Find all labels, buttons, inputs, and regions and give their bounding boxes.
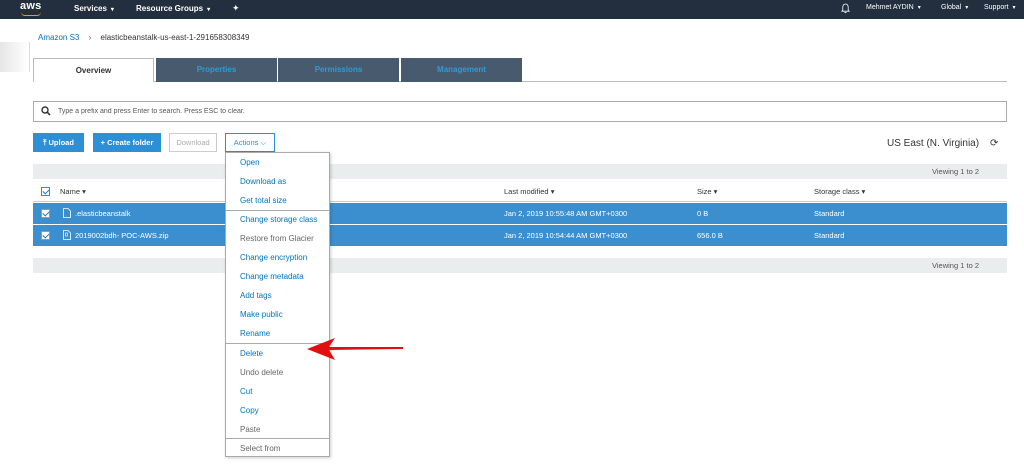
actions-dropdown-menu: Open Download as Get total size Change s… xyxy=(225,152,330,457)
region-label: Global xyxy=(941,4,962,11)
tab-properties[interactable]: Properties xyxy=(156,58,277,82)
menu-divider xyxy=(226,438,329,439)
row-last-modified: Jan 2, 2019 10:55:48 AM GMT+0300 xyxy=(504,209,628,218)
side-panel-handle[interactable] xyxy=(0,42,30,72)
search-box xyxy=(33,101,1007,122)
select-all-checkbox[interactable] xyxy=(41,187,50,196)
viewing-bar-top: Viewing 1 to 2 xyxy=(33,164,1007,179)
chevron-down-icon: ⌵ xyxy=(258,138,267,147)
row-last-modified: Jan 2, 2019 10:54:44 AM GMT+0300 xyxy=(504,231,628,240)
resource-groups-label: Resource Groups xyxy=(136,4,204,13)
viewing-count-top: Viewing 1 to 2 xyxy=(932,167,979,176)
support-menu[interactable]: Support ▾ xyxy=(984,4,1016,11)
header-name[interactable]: Name ▾ xyxy=(60,187,86,196)
upload-label: Upload xyxy=(48,138,74,147)
actions-label: Actions xyxy=(233,138,259,147)
upload-button[interactable]: ⤒ Upload xyxy=(33,133,84,152)
tab-overview[interactable]: Overview xyxy=(33,58,154,82)
menu-item-open[interactable]: Open xyxy=(240,158,260,167)
red-arrow-icon xyxy=(307,338,403,360)
actions-button[interactable]: Actions ⌵ xyxy=(225,133,275,152)
chevron-down-icon: ▾ xyxy=(965,5,969,11)
region-menu[interactable]: Global ▾ xyxy=(941,4,968,11)
menu-divider xyxy=(226,210,329,211)
table-row[interactable]: .elasticbeanstalk Jan 2, 2019 10:55:48 A… xyxy=(33,203,1007,224)
row-size: 656.0 B xyxy=(697,231,723,240)
download-button[interactable]: Download xyxy=(169,133,217,152)
bell-icon[interactable] xyxy=(841,3,850,14)
menu-item-add-tags[interactable]: Add tags xyxy=(240,291,272,300)
chevron-down-icon: ▾ xyxy=(1012,5,1016,11)
aws-smile-icon xyxy=(21,12,41,16)
menu-item-change-encryption[interactable]: Change encryption xyxy=(240,253,307,262)
breadcrumb-bucket: elasticbeanstalk-us-east-1-291658308349 xyxy=(100,33,250,42)
header-storage-class[interactable]: Storage class ▾ xyxy=(814,187,865,196)
menu-item-paste[interactable]: Paste xyxy=(240,425,260,434)
refresh-icon[interactable]: ⟳ xyxy=(990,138,998,149)
menu-item-get-total-size[interactable]: Get total size xyxy=(240,196,287,205)
support-label: Support xyxy=(984,4,1009,11)
viewing-bar-bottom: Viewing 1 to 2 xyxy=(33,258,1007,273)
user-menu[interactable]: Mehmet AYDIN ▾ xyxy=(866,4,921,11)
table-header: Name ▾ Last modified ▾ Size ▾ Storage cl… xyxy=(33,181,1007,202)
create-folder-label: Create folder xyxy=(107,138,154,147)
row-storage-class: Standard xyxy=(814,231,845,240)
services-label: Services xyxy=(74,4,107,13)
services-menu[interactable]: Services ▾ xyxy=(74,4,114,13)
menu-item-change-metadata[interactable]: Change metadata xyxy=(240,272,304,281)
region-label: US East (N. Virginia) xyxy=(887,138,980,149)
viewing-count-bottom: Viewing 1 to 2 xyxy=(932,261,979,270)
row-name[interactable]: 2019002bdh- POC-AWS.zip xyxy=(75,231,169,240)
search-input[interactable] xyxy=(58,105,958,118)
breadcrumb-amazon-s3[interactable]: Amazon S3 xyxy=(38,33,79,42)
chevron-down-icon: ▾ xyxy=(110,7,114,13)
menu-item-restore-from-glacier[interactable]: Restore from Glacier xyxy=(240,234,314,243)
menu-item-make-public[interactable]: Make public xyxy=(240,310,283,319)
chevron-down-icon: ▾ xyxy=(207,7,211,13)
menu-item-select-from[interactable]: Select from xyxy=(240,444,280,453)
row-checkbox[interactable] xyxy=(41,209,50,218)
tab-management[interactable]: Management xyxy=(401,58,522,82)
pin-icon[interactable]: ✦ xyxy=(232,3,240,14)
menu-item-undo-delete[interactable]: Undo delete xyxy=(240,368,283,377)
menu-item-copy[interactable]: Copy xyxy=(240,406,259,415)
search-icon xyxy=(41,106,51,116)
zip-file-icon xyxy=(63,230,71,240)
breadcrumb: Amazon S3 › elasticbeanstalk-us-east-1-2… xyxy=(38,33,250,42)
menu-item-change-storage-class[interactable]: Change storage class xyxy=(240,215,317,224)
chevron-down-icon: ▾ xyxy=(917,5,921,11)
menu-item-delete[interactable]: Delete xyxy=(240,349,263,358)
menu-item-cut[interactable]: Cut xyxy=(240,387,252,396)
row-checkbox[interactable] xyxy=(41,231,50,240)
table-row[interactable]: 2019002bdh- POC-AWS.zip Jan 2, 2019 10:5… xyxy=(33,225,1007,246)
menu-item-rename[interactable]: Rename xyxy=(240,329,270,338)
row-name[interactable]: .elasticbeanstalk xyxy=(75,209,130,218)
aws-logo[interactable]: aws xyxy=(20,0,41,12)
header-size[interactable]: Size ▾ xyxy=(697,187,717,196)
breadcrumb-separator: › xyxy=(88,33,92,42)
top-nav-bar: aws Services ▾ Resource Groups ▾ ✦ Mehmet … xyxy=(0,0,1024,19)
resource-groups-menu[interactable]: Resource Groups ▾ xyxy=(136,4,210,13)
row-storage-class: Standard xyxy=(814,209,845,218)
header-last-modified[interactable]: Last modified ▾ xyxy=(504,187,554,196)
tab-permissions[interactable]: Permissions xyxy=(278,58,399,82)
user-name: Mehmet AYDIN xyxy=(866,4,914,11)
file-icon xyxy=(63,208,71,218)
create-folder-button[interactable]: + Create folder xyxy=(93,133,161,152)
menu-item-download-as[interactable]: Download as xyxy=(240,177,286,186)
row-size: 0 B xyxy=(697,209,709,218)
